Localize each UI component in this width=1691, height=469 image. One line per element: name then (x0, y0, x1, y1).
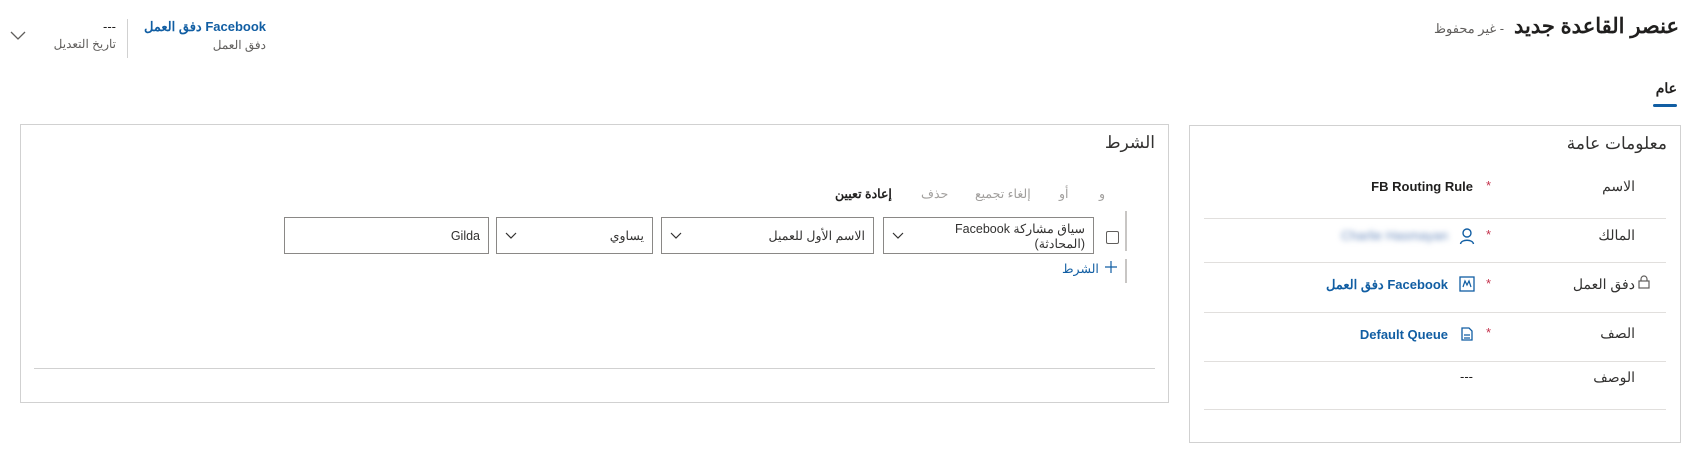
name-field[interactable]: FB Routing Rule (1371, 179, 1473, 194)
queue-lookup-value[interactable]: Default Queue (1360, 327, 1448, 342)
row-checkbox[interactable] (1106, 231, 1119, 244)
row-divider (1204, 409, 1666, 410)
workflow-label: دفق العمل (1572, 276, 1635, 292)
and-button[interactable]: و (1099, 186, 1105, 201)
general-info-section: معلومات عامة الاسم * FB Routing Rule الم… (1189, 125, 1681, 443)
record-title: عنصر القاعدة جديد (1513, 15, 1679, 38)
or-button[interactable]: أو (1059, 186, 1069, 201)
header-modified-field: --- تاريخ التعديل (54, 19, 116, 51)
workflow-lookup-value[interactable]: دفق العمل Facebook (1326, 277, 1448, 293)
condition-value-text: Gilda (450, 228, 480, 243)
tab-general[interactable]: عام (1656, 80, 1677, 97)
attribute-select[interactable]: الاسم الأول للعميل (661, 217, 874, 254)
header-modified-label: تاريخ التعديل (53, 37, 116, 51)
queue-icon (1459, 326, 1475, 342)
reset-button[interactable]: إعادة تعيين (835, 186, 892, 201)
chevron-down-icon[interactable] (10, 28, 26, 44)
header-workflow-link[interactable]: دفق العمل Facebook (144, 19, 266, 35)
owner-lookup-value[interactable]: Charlie Hasmayan (1341, 228, 1448, 243)
add-icon (1104, 261, 1117, 276)
page-title: عنصر القاعدة جديد - غير محفوظ (1434, 14, 1679, 39)
add-condition-label: الشرط (1062, 262, 1099, 276)
section-divider (34, 368, 1155, 369)
queue-label: الصف (1600, 325, 1635, 341)
required-mark: * (1486, 276, 1492, 291)
section-title: معلومات عامة (1566, 134, 1667, 153)
save-status: - غير محفوظ (1434, 21, 1505, 36)
lock-icon (1638, 275, 1650, 289)
description-label: الوصف (1593, 369, 1635, 385)
tab-selected-indicator (1653, 104, 1677, 107)
name-label: الاسم (1602, 178, 1635, 194)
required-mark: * (1486, 325, 1492, 340)
group-bar (1125, 259, 1127, 283)
person-icon (1459, 227, 1475, 245)
workflow-icon (1459, 276, 1475, 292)
owner-label: المالك (1598, 227, 1635, 243)
operator-select[interactable]: يساوي (496, 217, 653, 254)
operator-select-value: يساوي (609, 229, 644, 243)
header-workflow-field: دفق العمل Facebook دفق العمل (144, 19, 266, 52)
section-title: الشرط (1104, 133, 1155, 152)
row-divider (1204, 262, 1666, 263)
entity-select-value: سياق مشاركة Facebook (المحادثة) (955, 221, 1085, 251)
required-mark: * (1486, 178, 1492, 193)
header-workflow-label: دفق العمل (212, 38, 266, 52)
add-condition-button[interactable]: الشرط (1062, 261, 1117, 276)
chevron-down-icon (670, 229, 682, 243)
header-modified-value: --- (103, 19, 116, 34)
header-separator (127, 19, 128, 58)
chevron-down-icon (505, 229, 517, 243)
condition-value-input[interactable]: Gilda (284, 217, 489, 254)
ungroup-button[interactable]: إلغاء تجميع (975, 186, 1031, 201)
group-bar (1125, 211, 1127, 251)
chevron-down-icon (892, 229, 904, 243)
attribute-select-value: الاسم الأول للعميل (768, 229, 865, 243)
row-divider (1204, 312, 1666, 313)
row-divider (1204, 361, 1666, 362)
required-mark: * (1486, 227, 1492, 242)
row-divider (1204, 218, 1666, 219)
entity-select[interactable]: سياق مشاركة Facebook (المحادثة) (883, 217, 1094, 254)
description-field[interactable]: --- (1460, 369, 1473, 384)
delete-button[interactable]: حذف (921, 186, 948, 201)
condition-section: الشرط و أو إلغاء تجميع حذف إعادة تعيين س… (20, 124, 1169, 403)
